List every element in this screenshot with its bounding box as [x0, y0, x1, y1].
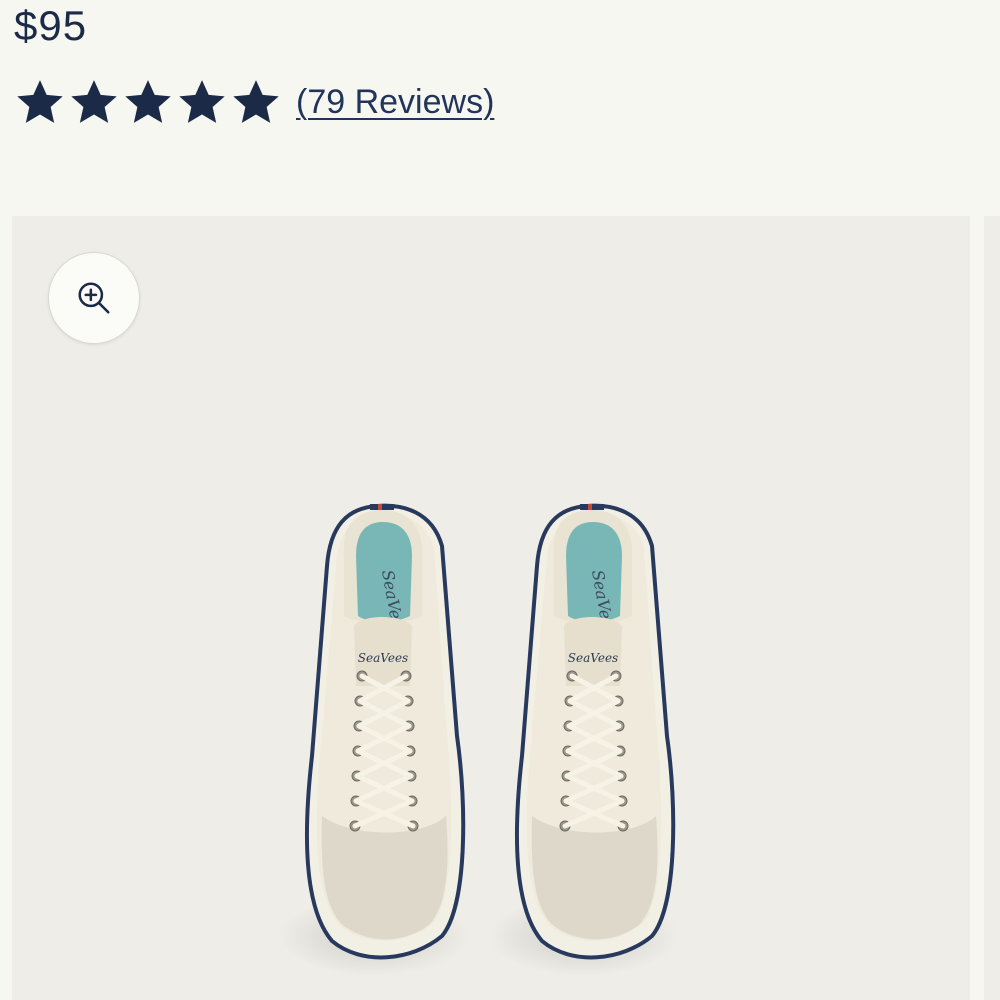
reviews-link[interactable]: (79 Reviews): [296, 83, 494, 122]
star-icon: [179, 80, 225, 123]
svg-text:SeaVees: SeaVees: [568, 651, 618, 665]
product-image-sneakers: SeaVees SeaVees SeaVees SeaVees: [282, 503, 679, 976]
zoom-button[interactable]: [48, 252, 140, 344]
product-image-gallery[interactable]: SeaVees SeaVees SeaVees SeaVees: [12, 216, 970, 1000]
star-icon: [233, 80, 279, 123]
star-icon: [17, 80, 63, 123]
star-icon: [125, 80, 171, 123]
next-gallery-slide[interactable]: [984, 216, 1000, 1000]
zoom-in-icon: [78, 282, 110, 314]
svg-text:SeaVees: SeaVees: [358, 651, 408, 665]
star-icon: [71, 80, 117, 123]
rating-row: (79 Reviews): [14, 76, 494, 128]
product-page: $95 (79 Reviews) SeaVees SeaVees SeaVees…: [0, 0, 1000, 1000]
product-price: $95: [14, 2, 88, 49]
right-shoe: SeaVees SeaVees: [489, 503, 679, 976]
left-shoe: SeaVees SeaVees: [282, 503, 469, 976]
star-rating: [14, 77, 282, 127]
